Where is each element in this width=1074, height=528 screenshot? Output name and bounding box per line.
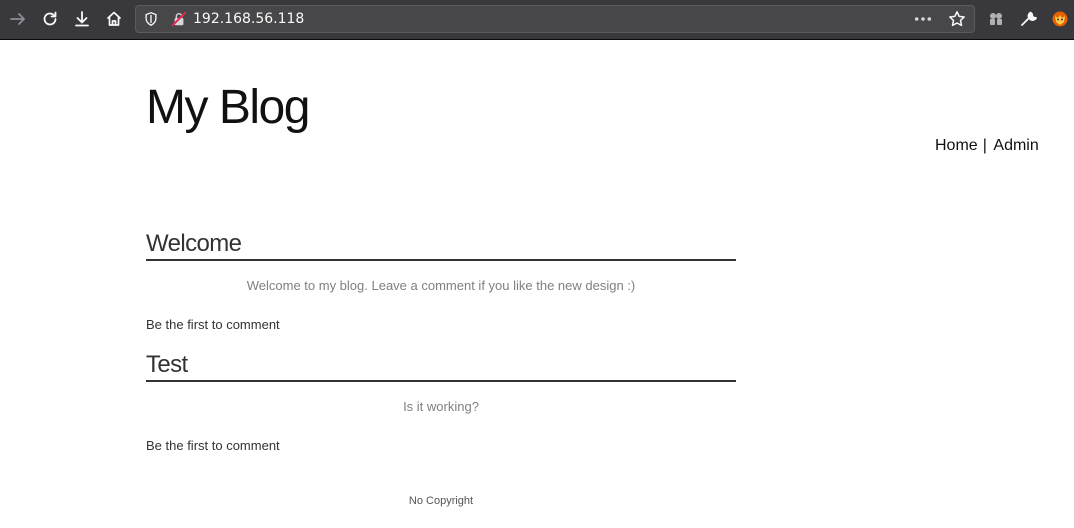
blog-post: Welcome Welcome to my blog. Leave a comm… — [146, 229, 736, 332]
main-nav: Home | Admin — [935, 137, 1039, 155]
browser-toolbar: 192.168.56.118 — [0, 0, 1074, 40]
url-text[interactable]: 192.168.56.118 — [193, 11, 304, 27]
post-comments-link[interactable]: Be the first to comment — [146, 438, 736, 453]
extension-icon[interactable] — [983, 6, 1009, 32]
nav-admin-link[interactable]: Admin — [993, 137, 1038, 154]
nav-separator: | — [982, 137, 987, 154]
wrench-icon[interactable] — [1015, 6, 1041, 32]
post-title[interactable]: Welcome — [146, 229, 736, 261]
home-icon[interactable] — [101, 6, 127, 32]
more-dots-icon[interactable] — [912, 10, 934, 28]
reload-icon[interactable] — [37, 6, 63, 32]
insecure-lock-icon[interactable] — [170, 10, 188, 28]
post-body: Welcome to my blog. Leave a comment if y… — [246, 278, 636, 293]
url-bar[interactable]: 192.168.56.118 — [135, 5, 975, 33]
post-body: Is it working? — [403, 399, 479, 414]
footer-copyright: No Copyright — [408, 495, 474, 507]
shield-icon[interactable] — [142, 10, 160, 28]
post-comments-link[interactable]: Be the first to comment — [146, 317, 736, 332]
blog-post: Test Is it working? Be the first to comm… — [146, 350, 736, 453]
post-title[interactable]: Test — [146, 350, 736, 382]
site-title: My Blog — [146, 81, 310, 134]
star-icon[interactable] — [946, 9, 968, 29]
nav-home-link[interactable]: Home — [935, 137, 978, 154]
fox-icon[interactable] — [1047, 6, 1073, 32]
download-icon[interactable] — [69, 6, 95, 32]
forward-arrow-icon[interactable] — [5, 6, 31, 32]
